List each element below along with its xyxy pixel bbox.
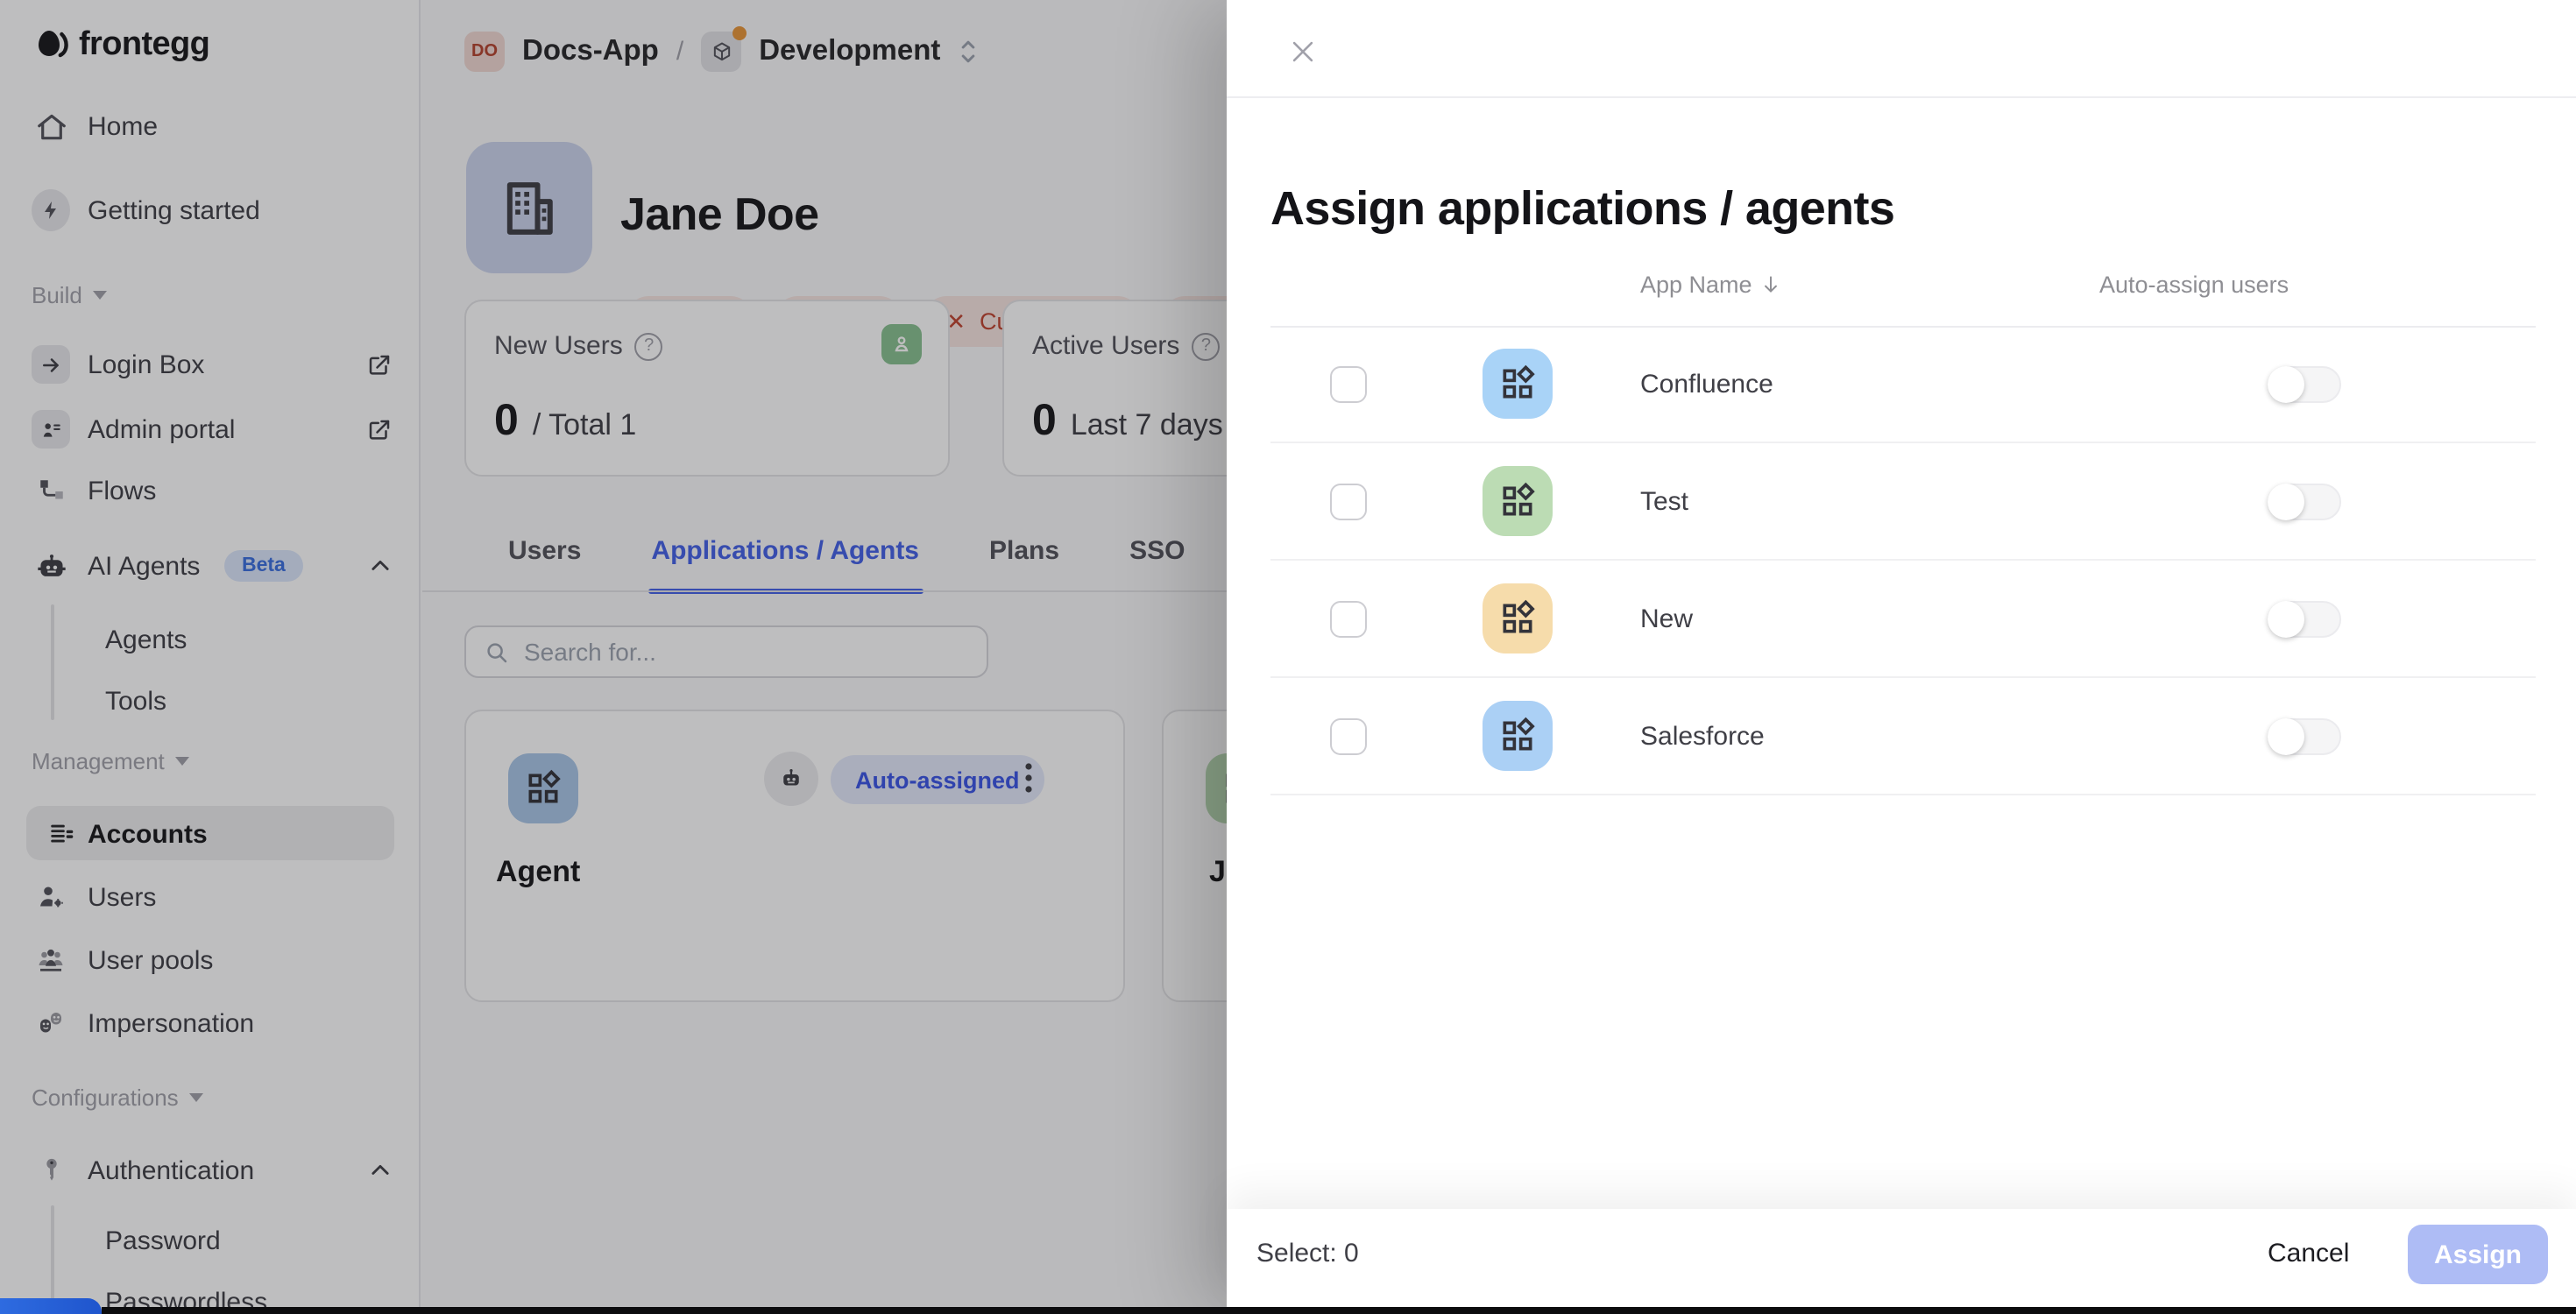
app-name: Salesforce — [1640, 678, 1765, 795]
app-tile-icon — [1483, 466, 1553, 536]
cancel-button[interactable]: Cancel — [2257, 1237, 2360, 1270]
app-name: Test — [1640, 443, 1688, 561]
row-checkbox[interactable] — [1330, 366, 1367, 403]
row-checkbox[interactable] — [1330, 718, 1367, 755]
modal-footer: Select: 0 Cancel Assign — [1227, 1209, 2576, 1314]
auto-assign-toggle[interactable] — [2268, 601, 2341, 638]
row-checkbox[interactable] — [1330, 484, 1367, 520]
bottom-left-widget — [0, 1298, 102, 1314]
bottom-edge-bar — [102, 1307, 2576, 1314]
assign-applications-modal: Assign applications / agents App Name Au… — [1227, 0, 2576, 1314]
close-icon[interactable] — [1286, 35, 1318, 67]
table-row: Salesforce — [1227, 678, 2576, 795]
table-row: New — [1227, 561, 2576, 678]
sort-arrow-down-icon[interactable] — [1759, 272, 1782, 295]
app-tile-icon — [1483, 349, 1553, 419]
row-divider — [1270, 794, 2536, 795]
app-name: New — [1640, 561, 1693, 678]
app-tile-icon — [1483, 701, 1553, 771]
assign-button[interactable]: Assign — [2408, 1225, 2548, 1284]
column-header-auto-assign: Auto-assign users — [2099, 266, 2289, 301]
app-tile-icon — [1483, 583, 1553, 653]
app-viewport: frontegg Home Getting started Build Logi… — [0, 0, 2576, 1314]
select-count: Select: 0 — [1256, 1239, 1359, 1268]
auto-assign-toggle[interactable] — [2268, 484, 2341, 520]
row-checkbox[interactable] — [1330, 601, 1367, 638]
app-name: Confluence — [1640, 326, 1773, 443]
modal-header-divider — [1227, 96, 2576, 98]
auto-assign-toggle[interactable] — [2268, 718, 2341, 755]
auto-assign-toggle[interactable] — [2268, 366, 2341, 403]
column-header-app-name[interactable]: App Name — [1640, 266, 1782, 301]
modal-title: Assign applications / agents — [1270, 183, 1894, 237]
table-row: Confluence — [1227, 326, 2576, 443]
table-row: Test — [1227, 443, 2576, 561]
